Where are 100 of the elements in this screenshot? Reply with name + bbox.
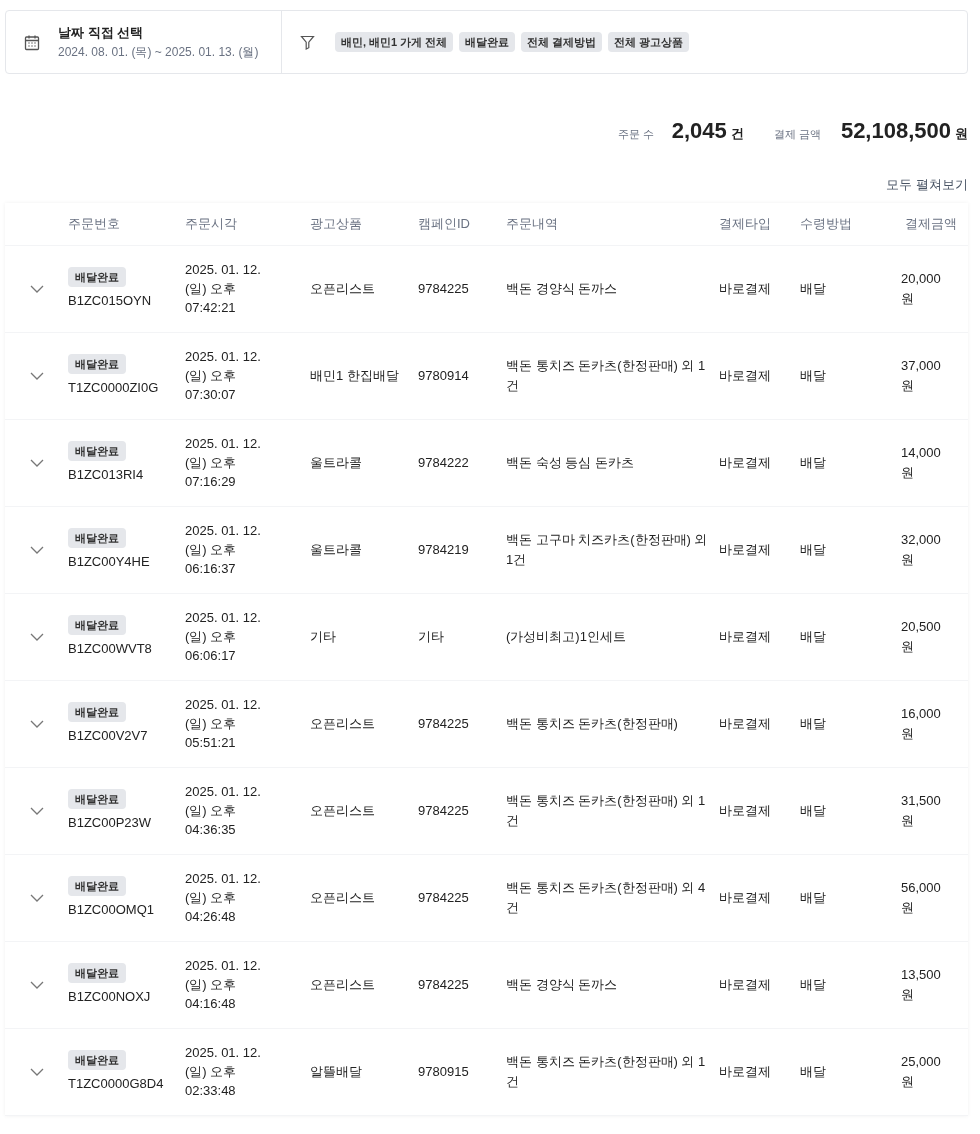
filter-tag[interactable]: 전체 광고상품 <box>608 31 690 53</box>
filter-tag[interactable]: 전체 결제방법 <box>521 31 603 53</box>
order-time: 2025. 01. 12. (일) 오후 04:16:48 <box>185 957 262 1013</box>
status-badge: 배달완료 <box>68 875 126 896</box>
campaign-id: 9780914 <box>418 367 469 383</box>
order-items: 백돈 숙성 등심 돈카츠 <box>506 454 634 470</box>
ad-product: 오픈리스트 <box>310 889 375 905</box>
ad-product: 알뜰배달 <box>310 1063 362 1079</box>
payment-amount: 16,000 원 <box>901 706 941 741</box>
status-badge: 배달완료 <box>68 1049 126 1070</box>
order-number: B1ZC00WVT8 <box>68 640 152 658</box>
order-time: 2025. 01. 12. (일) 오후 04:36:35 <box>185 783 262 839</box>
chevron-icon <box>28 718 45 729</box>
chevron-icon <box>28 892 45 903</box>
campaign-id: 9784225 <box>418 889 469 905</box>
order-items: (가성비최고)1인세트 <box>506 628 626 644</box>
chevron-icon <box>28 283 45 294</box>
campaign-id: 9784219 <box>418 541 469 557</box>
campaign-id: 9784225 <box>418 715 469 731</box>
payment-type: 바로결제 <box>719 1063 771 1079</box>
order-number: B1ZC00P23W <box>68 814 152 832</box>
order-items: 백돈 통치즈 돈카츠(한정판매) 외 4건 <box>506 880 706 915</box>
payment-amount: 32,000 원 <box>901 532 941 567</box>
filter-icon[interactable] <box>300 34 315 50</box>
campaign-id: 9784225 <box>418 280 469 296</box>
column-header: 광고상품 <box>310 215 362 231</box>
order-time: 2025. 01. 12. (일) 오후 06:06:17 <box>185 609 262 665</box>
status-badge: 배달완료 <box>68 788 126 809</box>
expand-all-link[interactable]: 모두 펼쳐보기 <box>886 175 968 195</box>
chevron-icon <box>28 544 45 555</box>
status-badge: 배달완료 <box>68 353 126 374</box>
delivery-method: 배달 <box>800 715 826 731</box>
ad-product: 배민1 한집배달 <box>310 367 399 383</box>
order-items: 백돈 통치즈 돈카츠(한정판매) 외 1건 <box>506 1054 706 1089</box>
campaign-id: 기타 <box>418 628 444 644</box>
campaign-id: 9784222 <box>418 454 469 470</box>
amount-label: 결제 금액 <box>773 127 821 142</box>
chevron-icon <box>28 457 45 468</box>
order-number: B1ZC00Y4HE <box>68 553 150 571</box>
payment-amount: 31,500 원 <box>901 793 941 828</box>
status-badge: 배달완료 <box>68 266 126 287</box>
order-number: B1ZC015OYN <box>68 292 152 310</box>
chevron-icon <box>28 1066 45 1077</box>
delivery-method: 배달 <box>800 367 826 383</box>
order-number: B1ZC00NOXJ <box>68 988 151 1006</box>
order-time: 2025. 01. 12. (일) 오후 06:16:37 <box>185 522 262 578</box>
status-badge: 배달완료 <box>68 527 126 548</box>
payment-type: 바로결제 <box>719 802 771 818</box>
ad-product: 기타 <box>310 628 336 644</box>
delivery-method: 배달 <box>800 802 826 818</box>
chevron-icon <box>28 631 45 642</box>
column-header: 캠페인ID <box>418 215 470 231</box>
order-time: 2025. 01. 12. (일) 오후 07:30:07 <box>185 348 262 404</box>
order-items: 백돈 경양식 돈까스 <box>506 280 618 296</box>
delivery-method: 배달 <box>800 889 826 905</box>
status-badge: 배달완료 <box>68 962 126 983</box>
delivery-method: 배달 <box>800 1063 826 1079</box>
payment-type: 바로결제 <box>719 976 771 992</box>
payment-amount: 56,000 원 <box>901 880 941 915</box>
status-badge: 배달완료 <box>68 614 126 635</box>
column-header: 주문내역 <box>506 215 558 231</box>
column-header: 주문시각 <box>185 215 237 231</box>
status-badge: 배달완료 <box>68 440 126 461</box>
order-time: 2025. 01. 12. (일) 오후 04:26:48 <box>185 870 262 926</box>
filter-tag[interactable]: 배민, 배민1 가게 전체 <box>335 31 454 53</box>
payment-type: 바로결제 <box>719 367 771 383</box>
payment-amount: 13,500 원 <box>901 967 941 1002</box>
ad-product: 오픈리스트 <box>310 280 375 296</box>
ad-product: 울트라콜 <box>310 541 362 557</box>
delivery-method: 배달 <box>800 541 826 557</box>
chevron-icon <box>28 370 45 381</box>
calendar-icon[interactable] <box>24 33 40 51</box>
delivery-method: 배달 <box>800 280 826 296</box>
date-filter-title[interactable]: 날짜 직접 선택 <box>58 23 259 43</box>
order-items: 백돈 고구마 치즈카츠(한정판매) 외 1건 <box>506 532 708 567</box>
amount-unit: 원 <box>955 125 968 143</box>
payment-type: 바로결제 <box>719 715 771 731</box>
payment-type: 바로결제 <box>719 628 771 644</box>
ad-product: 울트라콜 <box>310 454 362 470</box>
payment-amount: 20,000 원 <box>901 271 941 306</box>
total-amount: 52,108,500 <box>840 117 951 145</box>
column-header: 결제타입 <box>719 215 771 231</box>
date-range: 2024. 08. 01. (목) ~ 2025. 01. 13. (월) <box>58 43 259 61</box>
order-time: 2025. 01. 12. (일) 오후 07:42:21 <box>185 261 262 317</box>
order-count: 2,045 <box>671 117 727 145</box>
filter-tag[interactable]: 배달완료 <box>459 31 516 53</box>
delivery-method: 배달 <box>800 454 826 470</box>
ad-product: 오픈리스트 <box>310 976 375 992</box>
order-count-label: 주문 수 <box>617 127 654 142</box>
order-items: 백돈 통치즈 돈카츠(한정판매) 외 1건 <box>506 793 706 828</box>
payment-type: 바로결제 <box>719 454 771 470</box>
delivery-method: 배달 <box>800 976 826 992</box>
column-header: 결제금액 <box>905 215 957 231</box>
order-number: B1ZC013RI4 <box>68 466 144 484</box>
column-header: 주문번호 <box>68 215 120 231</box>
order-number: T1ZC0000ZI0G <box>68 379 159 397</box>
order-time: 2025. 01. 12. (일) 오후 07:16:29 <box>185 435 262 491</box>
chevron-icon <box>28 979 45 990</box>
payment-type: 바로결제 <box>719 280 771 296</box>
payment-type: 바로결제 <box>719 889 771 905</box>
